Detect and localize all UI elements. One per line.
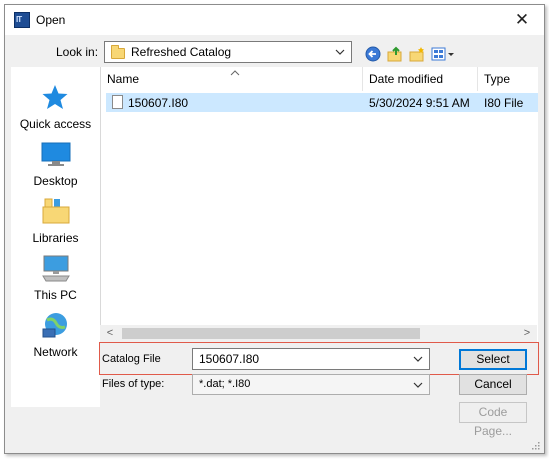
folder-icon <box>111 45 125 59</box>
catalog-file-label: Catalog File <box>102 353 161 365</box>
column-header-date[interactable]: Date modified <box>363 67 478 91</box>
files-of-type-label: Files of type: <box>102 378 165 390</box>
sort-up-icon <box>230 70 240 76</box>
title-bar[interactable]: IT Open ✕ <box>5 5 544 35</box>
file-list[interactable]: Name Date modified Type 150607.I80 5/30/… <box>100 67 538 342</box>
star-icon <box>42 85 68 109</box>
select-button[interactable]: Select <box>459 349 527 370</box>
new-folder-icon[interactable] <box>408 45 426 63</box>
catalog-file-input[interactable]: 150607.I80 <box>192 348 430 370</box>
view-menu-icon[interactable] <box>431 45 455 63</box>
place-quick-access[interactable]: Quick access <box>11 79 100 133</box>
place-label: Libraries <box>32 231 79 245</box>
close-button[interactable]: ✕ <box>508 7 536 33</box>
files-of-type-value: *.dat; *.I80 <box>199 378 251 390</box>
cancel-button[interactable]: Cancel <box>459 374 527 395</box>
column-header-type[interactable]: Type <box>478 67 538 91</box>
open-dialog: IT Open ✕ Look in: Refreshed Catalog Qui… <box>4 4 545 454</box>
chevron-down-icon[interactable] <box>411 350 425 368</box>
desktop-icon <box>41 142 71 166</box>
chevron-down-icon[interactable] <box>333 43 347 61</box>
code-page-button: Code Page... <box>459 402 527 438</box>
look-in-value: Refreshed Catalog <box>131 45 232 59</box>
scroll-thumb[interactable] <box>122 328 420 339</box>
file-date: 5/30/2024 9:51 AM <box>369 96 470 110</box>
place-label: This PC <box>34 288 77 302</box>
computer-icon <box>42 255 70 282</box>
file-name: 150607.I80 <box>128 96 189 110</box>
place-this-pc[interactable]: This PC <box>11 250 100 304</box>
app-icon: IT <box>14 12 30 28</box>
place-label: Network <box>33 345 78 359</box>
place-desktop[interactable]: Desktop <box>11 136 100 190</box>
network-icon <box>42 313 67 338</box>
place-network[interactable]: Network <box>11 307 100 361</box>
up-folder-icon[interactable] <box>386 45 404 63</box>
resize-grip-icon[interactable] <box>530 440 540 450</box>
file-icon <box>112 95 123 109</box>
table-row[interactable]: 150607.I80 5/30/2024 9:51 AM I80 File <box>106 93 538 112</box>
catalog-file-value: 150607.I80 <box>199 352 260 366</box>
look-in-label: Look in: <box>56 45 99 59</box>
place-label: Desktop <box>33 174 78 188</box>
look-in-combo[interactable]: Refreshed Catalog <box>104 41 352 63</box>
chevron-down-icon[interactable] <box>411 376 425 394</box>
places-bar: Quick access Desktop Libraries This PC N… <box>11 67 100 407</box>
horizontal-scrollbar[interactable]: < > <box>100 325 537 342</box>
file-type: I80 File <box>484 96 524 110</box>
scroll-left-icon[interactable]: < <box>103 326 117 341</box>
scroll-right-icon[interactable]: > <box>520 326 534 341</box>
files-of-type-combo[interactable]: *.dat; *.I80 <box>192 374 430 395</box>
place-label: Quick access <box>19 117 92 131</box>
column-header-name[interactable]: Name <box>101 67 363 91</box>
place-libraries[interactable]: Libraries <box>11 193 100 247</box>
back-icon[interactable] <box>364 45 382 63</box>
window-title: Open <box>36 13 66 27</box>
libraries-icon <box>42 198 70 224</box>
